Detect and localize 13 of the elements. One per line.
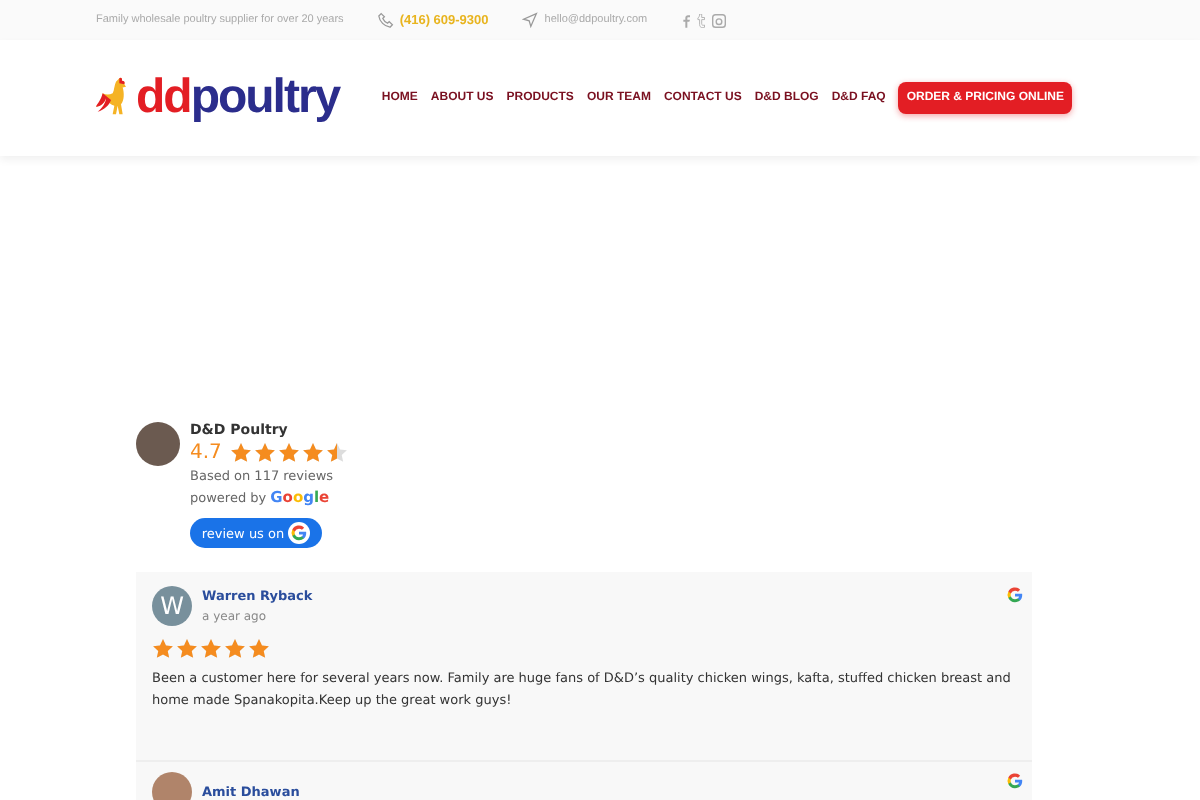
- logo[interactable]: ddpoultry: [96, 70, 340, 126]
- business-avatar: [136, 422, 180, 466]
- phone-icon: [377, 12, 394, 28]
- google-icon: [1006, 772, 1024, 790]
- tumblr-icon[interactable]: [695, 13, 706, 27]
- rating-value: 4.7: [190, 442, 222, 464]
- user-avatar: [152, 772, 192, 800]
- google-icon: [290, 524, 309, 542]
- google-icon: [1006, 586, 1024, 604]
- user-avatar: W: [152, 586, 192, 626]
- send-icon: [522, 12, 539, 28]
- instagram-icon[interactable]: [711, 13, 726, 27]
- facebook-icon[interactable]: [681, 13, 690, 27]
